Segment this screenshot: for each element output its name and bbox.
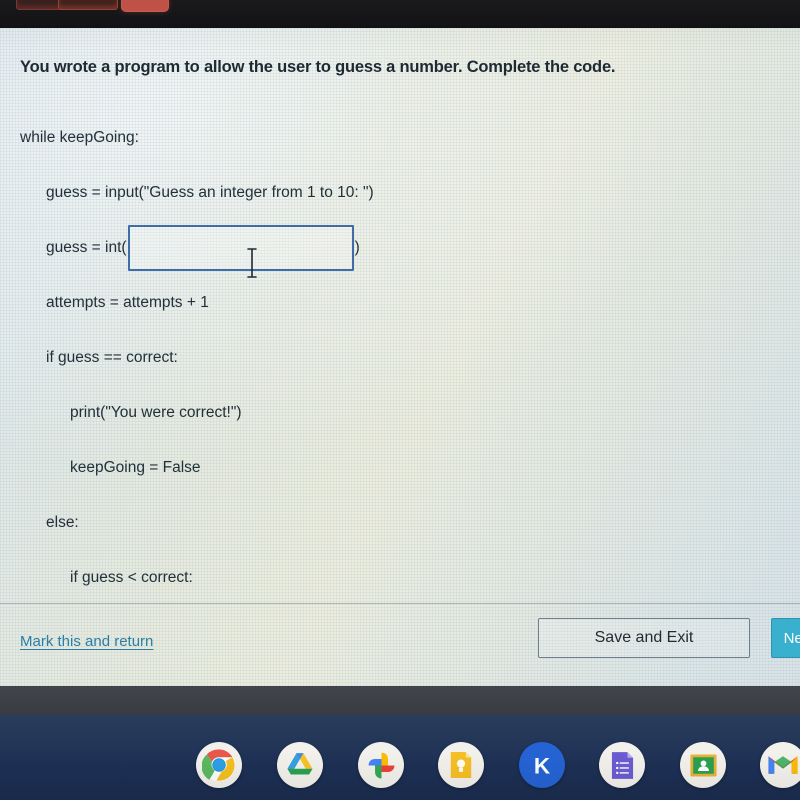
code-text: guess = input("Guess an integer from 1 t… bbox=[46, 183, 374, 201]
question-prompt: You wrote a program to allow the user to… bbox=[20, 58, 616, 76]
code-line: else: bbox=[20, 495, 720, 550]
code-line: guess = input("Guess an integer from 1 t… bbox=[20, 165, 720, 220]
code-line: print("You were correct!") bbox=[20, 385, 720, 440]
shelf-icon-row: K bbox=[0, 715, 800, 800]
save-and-exit-button[interactable]: Save and Exit bbox=[538, 618, 750, 658]
code-text-suffix: ) bbox=[354, 238, 360, 256]
window-bottom-edge bbox=[0, 686, 800, 715]
browser-tab-strip bbox=[0, 0, 800, 28]
google-drive-icon[interactable] bbox=[277, 742, 323, 788]
code-line: attempts = attempts + 1 bbox=[20, 275, 720, 330]
chrome-icon[interactable] bbox=[196, 742, 242, 788]
quiz-page: You wrote a program to allow the user to… bbox=[0, 28, 800, 686]
code-line: if guess < correct: bbox=[20, 550, 720, 605]
code-text: print("You were correct!") bbox=[70, 403, 242, 421]
code-line: keepGoing = False bbox=[20, 440, 720, 495]
code-text: if guess == correct: bbox=[46, 348, 178, 366]
google-forms-icon[interactable] bbox=[599, 742, 645, 788]
browser-tab-3-active[interactable] bbox=[121, 0, 169, 12]
code-text: attempts = attempts + 1 bbox=[46, 293, 209, 311]
google-photos-icon[interactable] bbox=[358, 742, 404, 788]
next-button[interactable]: Next bbox=[771, 618, 800, 658]
chromeos-desktop: K bbox=[0, 686, 800, 800]
svg-text:K: K bbox=[534, 753, 551, 778]
code-text: else: bbox=[46, 513, 79, 531]
gmail-icon[interactable] bbox=[760, 742, 800, 788]
code-text: keepGoing = False bbox=[70, 458, 201, 476]
footer-divider bbox=[0, 603, 800, 604]
code-line-with-answer: guess = int() bbox=[20, 220, 720, 275]
answer-input[interactable] bbox=[127, 224, 354, 271]
chromebook-screen-photo: You wrote a program to allow the user to… bbox=[0, 0, 800, 800]
code-line: while keepGoing: bbox=[20, 110, 720, 165]
mark-this-and-return-link[interactable]: Mark this and return bbox=[20, 633, 153, 650]
code-block: while keepGoing: guess = input("Guess an… bbox=[20, 110, 720, 605]
google-keep-icon[interactable] bbox=[438, 742, 484, 788]
kahoot-icon[interactable]: K bbox=[519, 742, 565, 788]
google-classroom-icon[interactable] bbox=[680, 742, 726, 788]
code-text: while keepGoing: bbox=[20, 128, 139, 146]
code-line: if guess == correct: bbox=[20, 330, 720, 385]
code-text: guess = int( bbox=[46, 238, 127, 256]
browser-tab-2[interactable] bbox=[58, 0, 118, 10]
code-text: if guess < correct: bbox=[70, 568, 193, 586]
